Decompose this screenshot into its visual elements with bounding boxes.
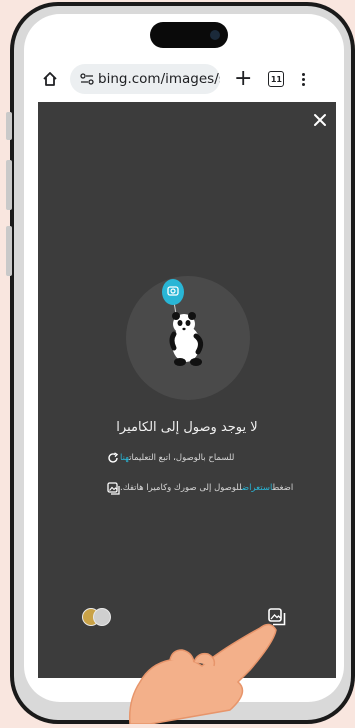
url-text: bing.com/images/sear (98, 71, 220, 87)
camera-search-panel: لا يوجد وصول إلى الكاميرا للسماح بالوصول… (38, 102, 336, 678)
instruction-1-prefix: للسماح بالوصول، اتبع التعليمات (129, 453, 235, 463)
no-camera-access-title: لا يوجد وصول إلى الكاميرا (116, 420, 258, 435)
pointing-hand-illustration (110, 620, 310, 725)
instruction-2-text: اضغطاستعراضللوصول إلى صورك وكاميرا هاتفك… (120, 483, 293, 493)
instruction-row-2: اضغطاستعراضللوصول إلى صورك وكاميرا هاتفك… (98, 480, 318, 496)
refresh-icon (106, 451, 120, 465)
panda-illustration (126, 276, 250, 400)
phone-side-button (6, 226, 12, 276)
site-settings-icon[interactable] (80, 71, 94, 87)
instruction-1-text: للسماح بالوصول، اتبع التعليماتهنا (120, 453, 234, 463)
phone-side-button (6, 160, 12, 210)
close-icon[interactable] (312, 112, 328, 128)
instruction-2-prefix: اضغط (272, 483, 294, 493)
camera-notch (150, 22, 228, 48)
plus-icon[interactable]: + (234, 68, 252, 90)
instruction-1-link[interactable]: هنا (120, 453, 129, 463)
gallery-icon (106, 481, 120, 495)
browse-link[interactable]: استعراض (242, 483, 273, 493)
url-bar[interactable]: bing.com/images/sear (70, 64, 220, 94)
photo-thumbnail[interactable] (93, 608, 111, 626)
instruction-row-1: للسماح بالوصول، اتبع التعليماتهنا (98, 450, 318, 466)
instruction-2-suffix: للوصول إلى صورك وكاميرا هاتفك. (120, 483, 242, 493)
phone-side-button (6, 112, 12, 140)
tab-count: 11 (270, 74, 282, 84)
recent-photos-thumbnails[interactable] (82, 608, 112, 626)
more-icon[interactable] (302, 72, 306, 86)
home-icon[interactable] (40, 69, 60, 89)
browser-toolbar: bing.com/images/sear + 11 (34, 62, 339, 96)
tabs-icon[interactable]: 11 (268, 71, 285, 87)
